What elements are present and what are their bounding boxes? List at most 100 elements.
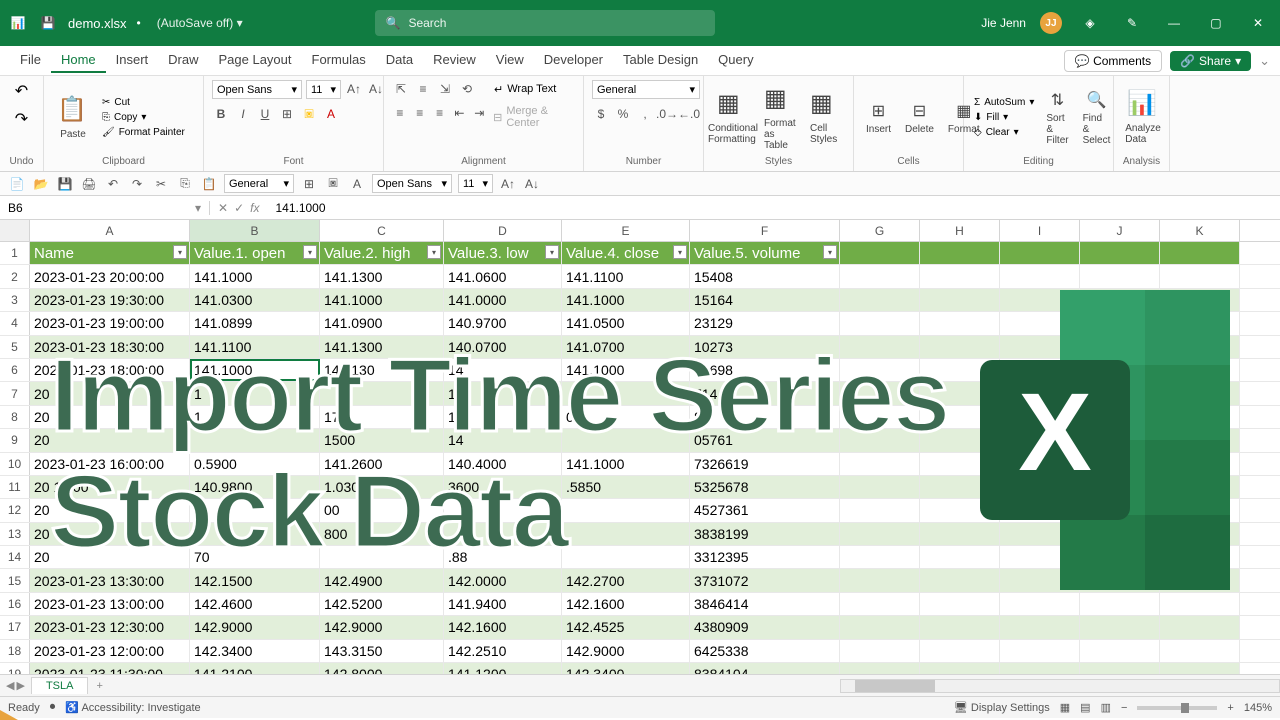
data-cell[interactable]: [1080, 382, 1160, 404]
tab-developer[interactable]: Developer: [534, 48, 613, 73]
data-cell[interactable]: [444, 499, 562, 521]
data-cell[interactable]: [562, 499, 690, 521]
data-cell[interactable]: [1000, 382, 1080, 404]
qat-fontcolor-icon[interactable]: A: [348, 175, 366, 193]
data-cell[interactable]: 2023-01-23 18:30:00: [30, 336, 190, 358]
data-cell[interactable]: 6425338: [690, 640, 840, 662]
formula-input[interactable]: 141.1000: [267, 201, 1280, 215]
data-cell[interactable]: [1160, 406, 1240, 428]
data-cell[interactable]: 2023-01-23 12:00:00: [30, 640, 190, 662]
percent-icon[interactable]: %: [614, 105, 632, 123]
conditional-formatting-button[interactable]: ▦Conditional Formatting: [712, 87, 754, 147]
data-cell[interactable]: 20: [30, 523, 190, 545]
row-header[interactable]: 13: [0, 523, 30, 545]
fill-color-button[interactable]: 🞖: [300, 105, 318, 123]
filter-icon[interactable]: ▾: [427, 245, 441, 259]
data-cell[interactable]: 141.1000: [190, 265, 320, 287]
qat-fill-icon[interactable]: 🞖: [324, 175, 342, 193]
data-cell[interactable]: [840, 546, 920, 568]
wrap-text-button[interactable]: ↵ Wrap Text: [492, 80, 558, 98]
data-cell[interactable]: [1080, 663, 1160, 674]
user-name[interactable]: Jie Jenn: [981, 16, 1026, 30]
data-cell[interactable]: 23129: [690, 312, 840, 334]
data-cell[interactable]: [1000, 499, 1080, 521]
data-cell[interactable]: 141.1300: [320, 265, 444, 287]
merge-center-button[interactable]: ⊟ Merge & Center: [491, 104, 575, 130]
data-cell[interactable]: 3312395: [690, 546, 840, 568]
data-cell[interactable]: [920, 640, 1000, 662]
data-cell[interactable]: 14: [444, 429, 562, 451]
data-cell[interactable]: 1.0300: [320, 476, 444, 498]
data-cell[interactable]: [840, 616, 920, 638]
data-cell[interactable]: 4380909: [690, 616, 840, 638]
data-cell[interactable]: 05761: [690, 429, 840, 451]
close-button[interactable]: ✕: [1244, 9, 1272, 37]
data-cell[interactable]: 142.8000: [320, 663, 444, 674]
column-header[interactable]: C: [320, 220, 444, 241]
data-cell[interactable]: 142.3400: [562, 663, 690, 674]
header-cell[interactable]: Name▾: [30, 242, 190, 264]
data-cell[interactable]: [840, 406, 920, 428]
data-cell[interactable]: [1080, 499, 1160, 521]
data-cell[interactable]: [1080, 289, 1160, 311]
data-cell[interactable]: [1000, 336, 1080, 358]
zoom-out-icon[interactable]: −: [1121, 702, 1127, 714]
qat-border-icon[interactable]: ⊞: [300, 175, 318, 193]
column-header[interactable]: I: [1000, 220, 1080, 241]
qat-new-icon[interactable]: 📄: [8, 175, 26, 193]
row-header[interactable]: 1: [0, 242, 30, 264]
column-header[interactable]: A: [30, 220, 190, 241]
row-header[interactable]: 9: [0, 429, 30, 451]
data-cell[interactable]: 00: [320, 499, 444, 521]
filter-icon[interactable]: ▾: [173, 245, 187, 259]
data-cell[interactable]: [920, 523, 1000, 545]
column-header[interactable]: B: [190, 220, 320, 241]
row-header[interactable]: 4: [0, 312, 30, 334]
column-header[interactable]: D: [444, 220, 562, 241]
data-cell[interactable]: 10273: [690, 336, 840, 358]
name-box[interactable]: B6▾: [0, 201, 210, 215]
data-cell[interactable]: 141.1100: [562, 265, 690, 287]
fx-icon[interactable]: fx: [250, 201, 259, 215]
save-icon[interactable]: 💾: [38, 13, 58, 33]
data-cell[interactable]: [444, 523, 562, 545]
qat-cut-icon[interactable]: ✂: [152, 175, 170, 193]
display-settings-button[interactable]: 🖥 Display Settings: [954, 701, 1050, 714]
data-cell[interactable]: 20: [30, 406, 190, 428]
ribbon-collapse-icon[interactable]: ⌄: [1259, 53, 1270, 69]
data-cell[interactable]: [920, 453, 1000, 475]
data-cell[interactable]: 142.5200: [320, 593, 444, 615]
cancel-formula-icon[interactable]: ✕: [218, 201, 228, 215]
search-box[interactable]: 🔍: [375, 10, 715, 36]
tab-page-layout[interactable]: Page Layout: [209, 48, 302, 73]
data-cell[interactable]: 142.4600: [190, 593, 320, 615]
number-format-select[interactable]: General▾: [592, 80, 700, 99]
data-cell[interactable]: 141.1200: [444, 663, 562, 674]
data-cell[interactable]: 2023-01-23 18:00:00: [30, 359, 190, 381]
data-cell[interactable]: 142.0000: [444, 569, 562, 591]
data-cell[interactable]: 3846414: [690, 593, 840, 615]
qat-size-select[interactable]: 11▾: [458, 174, 493, 193]
data-cell[interactable]: [1080, 312, 1160, 334]
data-cell[interactable]: [1160, 289, 1240, 311]
data-cell[interactable]: 20 15 00: [30, 476, 190, 498]
data-cell[interactable]: [1000, 289, 1080, 311]
row-header[interactable]: 3: [0, 289, 30, 311]
data-cell[interactable]: [320, 546, 444, 568]
row-header[interactable]: 12: [0, 499, 30, 521]
data-cell[interactable]: .88: [444, 546, 562, 568]
sheet-prev-icon[interactable]: ◀: [6, 679, 14, 692]
row-header[interactable]: 11: [0, 476, 30, 498]
header-cell[interactable]: Value.3. low▾: [444, 242, 562, 264]
data-cell[interactable]: [562, 429, 690, 451]
data-cell[interactable]: [1160, 429, 1240, 451]
data-cell[interactable]: [1000, 406, 1080, 428]
align-bottom-icon[interactable]: ⇲: [436, 80, 454, 98]
data-cell[interactable]: 141.2100: [190, 663, 320, 674]
autosum-button[interactable]: Σ AutoSum ▾: [972, 96, 1036, 109]
data-cell[interactable]: 142.1600: [562, 593, 690, 615]
enter-formula-icon[interactable]: ✓: [234, 201, 244, 215]
data-cell[interactable]: [1160, 453, 1240, 475]
qat-incfont-icon[interactable]: A↑: [499, 175, 517, 193]
data-cell[interactable]: [1160, 593, 1240, 615]
